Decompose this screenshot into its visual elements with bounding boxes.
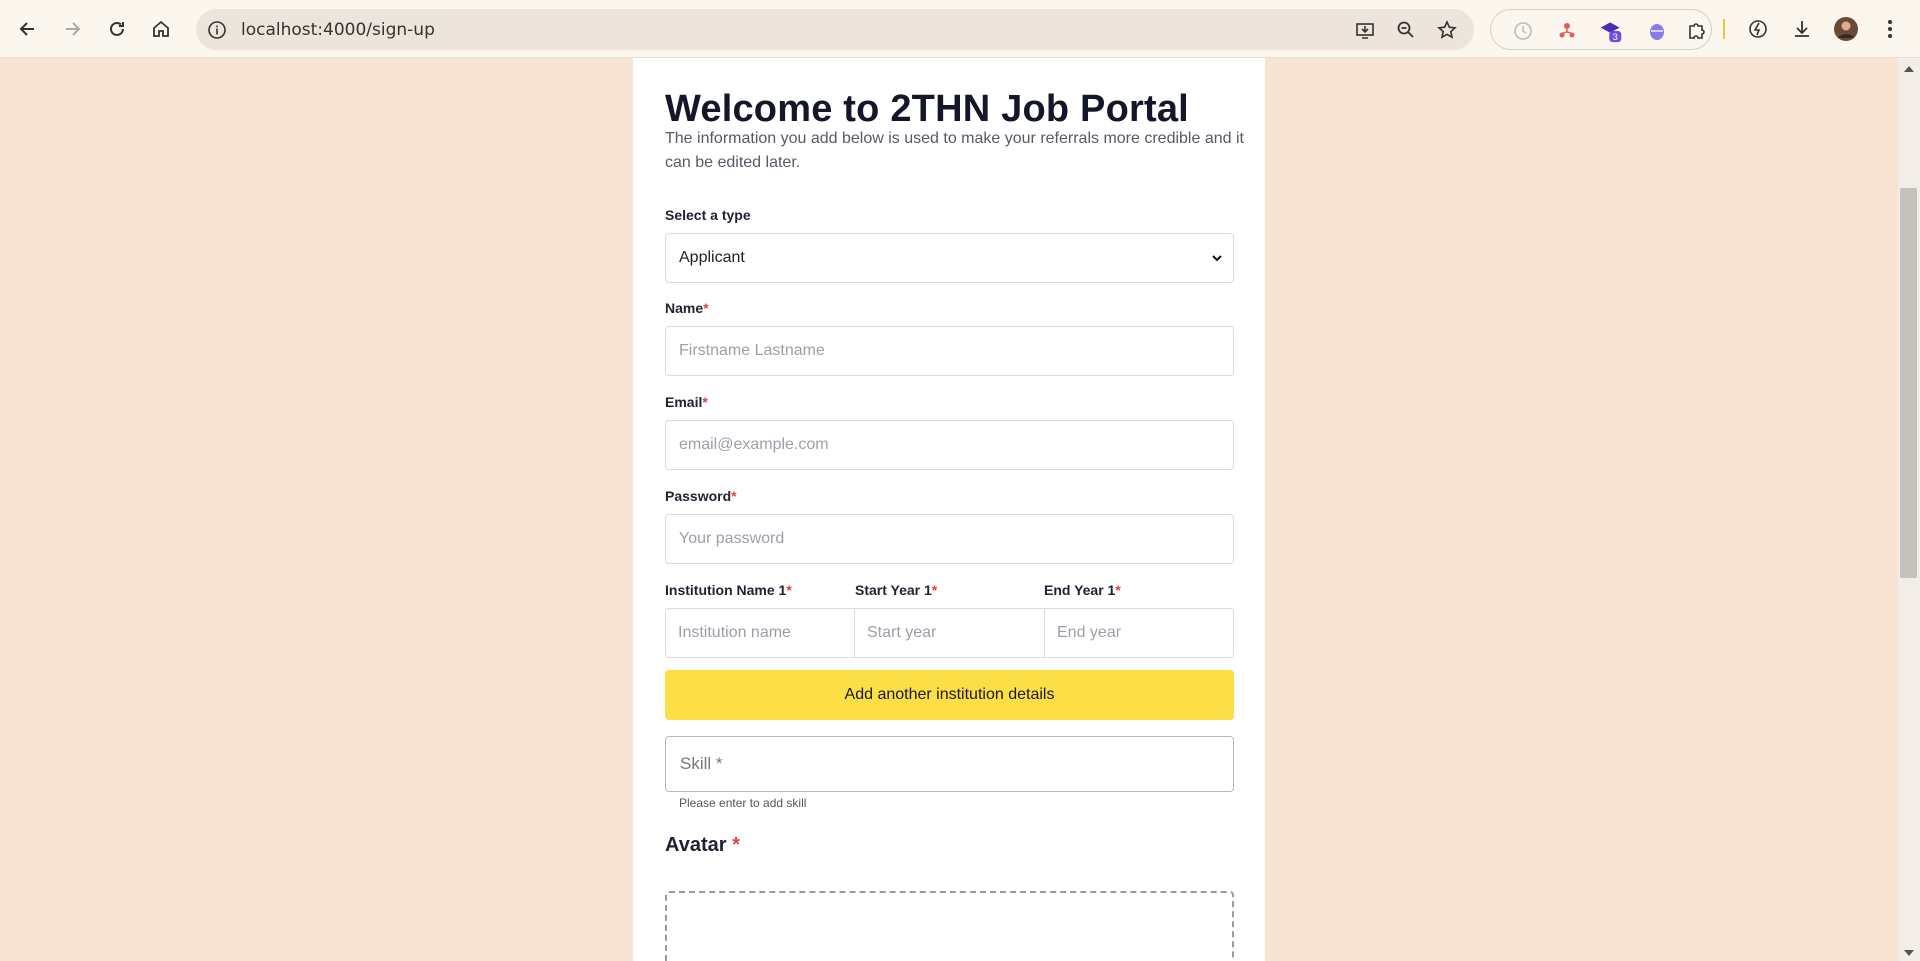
extension-egg-icon[interactable] [1645, 19, 1669, 43]
add-institution-button[interactable]: Add another institution details [665, 670, 1234, 720]
skill-placeholder: Skill * [680, 754, 723, 773]
institution-input[interactable]: Institution name [665, 608, 855, 658]
start-year-placeholder: Start year [867, 624, 937, 641]
downloads-icon[interactable] [1788, 15, 1816, 43]
type-select[interactable]: Applicant [665, 233, 1234, 283]
scroll-down-icon[interactable] [1903, 948, 1915, 958]
extension-badge-count: 3 [1613, 31, 1618, 42]
type-label: Select a type [665, 207, 751, 223]
institution-label: Institution Name 1* [665, 582, 792, 598]
zoom-icon[interactable] [1395, 19, 1417, 41]
address-bar[interactable]: localhost:4000/sign-up [196, 9, 1474, 50]
skill-helper-text: Please enter to add skill [679, 796, 807, 810]
password-placeholder: Your password [679, 530, 785, 547]
url-text: localhost:4000/sign-up [241, 20, 435, 40]
avatar-label: Avatar * [665, 834, 740, 856]
browser-toolbar: localhost:4000/sign-up 3 [0, 0, 1920, 58]
password-label: Password* [665, 488, 737, 504]
type-select-value: Applicant [679, 249, 745, 266]
name-label: Name* [665, 300, 709, 316]
browser-menu-icon[interactable] [1876, 15, 1904, 43]
chevron-down-icon [1212, 255, 1222, 262]
extension-graduation-icon[interactable]: 3 [1599, 19, 1623, 43]
install-app-icon[interactable] [1354, 19, 1376, 41]
extensions-area: 3 [1490, 9, 1712, 50]
extensions-puzzle-icon[interactable] [1685, 19, 1709, 43]
reload-button[interactable] [102, 14, 132, 44]
start-year-input[interactable]: Start year [854, 608, 1045, 658]
toolbar-separator [1723, 19, 1725, 39]
page-subtitle: The information you add below is used to… [665, 130, 1244, 171]
end-year-input[interactable]: End year [1044, 608, 1234, 658]
reload-icon [110, 21, 124, 36]
skill-input[interactable]: Skill * [665, 736, 1234, 792]
forward-arrow-icon [66, 22, 81, 36]
name-input[interactable]: Firstname Lastname [665, 326, 1234, 376]
site-info-icon[interactable] [206, 19, 228, 41]
back-button[interactable] [13, 14, 43, 44]
scroll-up-icon[interactable] [1903, 64, 1915, 74]
bookmark-star-icon[interactable] [1436, 19, 1458, 41]
scrollbar-thumb[interactable] [1900, 188, 1917, 578]
start-year-label: Start Year 1* [855, 582, 938, 598]
back-arrow-icon [19, 22, 34, 36]
extension-people-icon[interactable] [1555, 19, 1579, 43]
performance-icon[interactable] [1744, 15, 1772, 43]
name-placeholder: Firstname Lastname [679, 342, 825, 359]
home-button[interactable] [146, 14, 176, 44]
forward-button[interactable] [57, 14, 87, 44]
signup-card [633, 58, 1265, 961]
email-input[interactable]: email@example.com [665, 420, 1234, 470]
password-input[interactable]: Your password [665, 514, 1234, 564]
institution-placeholder: Institution name [678, 624, 791, 641]
end-year-placeholder: End year [1057, 624, 1122, 641]
profile-avatar[interactable] [1832, 15, 1860, 43]
email-label: Email* [665, 394, 708, 410]
home-icon [153, 20, 169, 37]
avatar-dropzone[interactable] [665, 891, 1234, 961]
page-title: Welcome to 2THN Job Portal [665, 88, 1189, 130]
email-placeholder: email@example.com [679, 436, 829, 453]
end-year-label: End Year 1* [1044, 582, 1121, 598]
extension-timer-icon[interactable] [1511, 19, 1535, 43]
